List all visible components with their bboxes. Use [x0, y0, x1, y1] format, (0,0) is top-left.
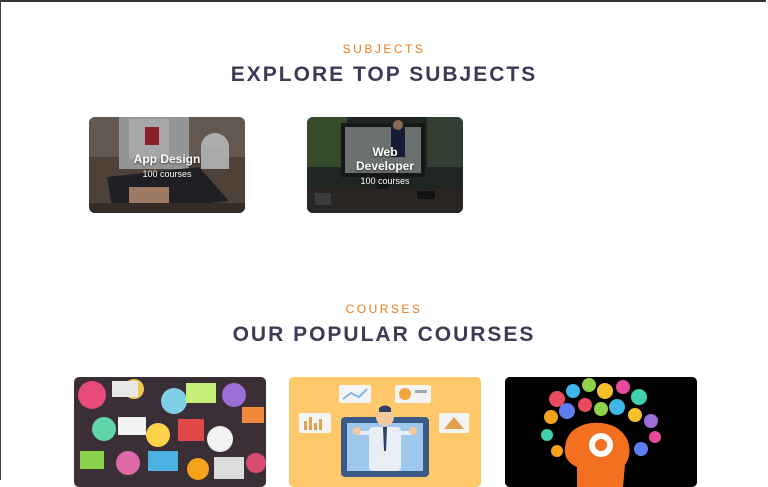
brain-icons-head-image [505, 377, 697, 487]
web-developer-overlay: Web Developer 100 courses [307, 117, 463, 213]
app-design-overlay: App Design 100 courses [89, 117, 245, 213]
subject-card-web-developer[interactable]: Web Developer 100 courses [307, 117, 463, 213]
courses-eyebrow: COURSES [345, 302, 423, 316]
subjects-eyebrow: SUBJECTS [342, 42, 426, 56]
course-card-2[interactable] [289, 377, 481, 487]
subject-course-count: 100 courses [360, 175, 410, 186]
online-teacher-laptop-image [289, 377, 481, 487]
course-card-1[interactable] [74, 377, 266, 487]
courses-heading: OUR POPULAR COURSES [232, 323, 536, 346]
subject-course-count: 100 courses [142, 168, 192, 179]
subject-title: App Design [133, 151, 201, 166]
subject-card-app-design[interactable]: App Design 100 courses [89, 117, 245, 213]
subject-title: Web Developer [355, 144, 415, 173]
course-card-3[interactable] [505, 377, 697, 487]
doodle-art-image [74, 377, 266, 487]
subjects-heading: EXPLORE TOP SUBJECTS [230, 63, 538, 86]
